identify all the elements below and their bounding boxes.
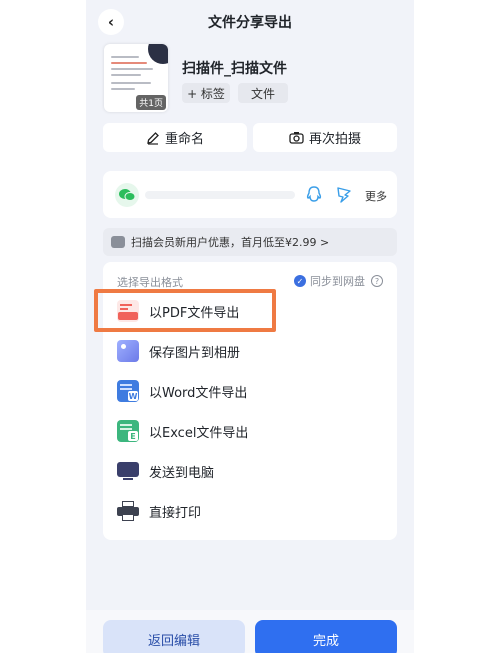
page-count-badge: 共1页	[136, 95, 166, 110]
screen: ‹ 文件分享导出 共1页 扫描件_扫描文件 + 标签 文件 重命名 再次拍摄 更…	[86, 0, 414, 653]
back-to-edit-button[interactable]: 返回编辑	[103, 620, 245, 653]
pdf-option-highlight	[94, 289, 276, 332]
edit-icon	[147, 131, 159, 145]
file-type-chip: 文件	[238, 83, 288, 103]
thumb-line	[111, 68, 153, 70]
dingtalk-icon[interactable]	[331, 182, 357, 208]
export-option-excel[interactable]: E 以Excel文件导出	[117, 416, 387, 446]
thumbnail-decoration	[148, 44, 168, 64]
thumb-line	[111, 62, 147, 64]
export-option-label: 直接打印	[149, 505, 202, 521]
thumb-line	[111, 88, 135, 90]
export-option-label: 发送到电脑	[149, 465, 215, 481]
excel-icon: E	[117, 420, 139, 442]
camera-icon	[289, 132, 304, 144]
document-thumbnail[interactable]: 共1页	[104, 44, 168, 112]
thumb-line	[111, 56, 139, 58]
rescan-button[interactable]: 再次拍摄	[253, 123, 397, 152]
share-card: 更多	[103, 171, 397, 218]
computer-icon	[117, 460, 139, 482]
add-tag-button[interactable]: + 标签	[182, 83, 230, 103]
promo-text: 扫描会员新用户优惠，首月低至¥2.99 >	[131, 236, 330, 249]
export-option-print[interactable]: 直接打印	[117, 496, 387, 526]
sync-label: 同步到网盘	[310, 275, 365, 288]
export-option-word[interactable]: W 以Word文件导出	[117, 376, 387, 406]
export-option-label: 以Excel文件导出	[149, 425, 249, 441]
export-option-label: 以Word文件导出	[149, 385, 248, 401]
help-icon[interactable]: ?	[371, 275, 383, 287]
rename-button[interactable]: 重命名	[103, 123, 247, 152]
printer-icon	[117, 500, 139, 522]
document-name[interactable]: 扫描件_扫描文件	[182, 58, 287, 78]
export-option-label: 保存图片到相册	[149, 345, 241, 361]
wechat-icon[interactable]	[115, 183, 139, 207]
page-title: 文件分享导出	[208, 15, 292, 31]
vip-promo-banner[interactable]: 扫描会员新用户优惠，首月低至¥2.99 >	[103, 228, 397, 256]
rescan-label: 再次拍摄	[308, 132, 361, 147]
rename-label: 重命名	[164, 132, 204, 147]
recent-contacts-placeholder	[145, 191, 295, 199]
sync-to-cloud-toggle[interactable]: ✓ 同步到网盘 ?	[294, 273, 383, 289]
thumb-line	[111, 82, 151, 84]
done-button[interactable]: 完成	[255, 620, 397, 653]
qq-icon[interactable]	[301, 182, 327, 208]
crown-icon	[111, 236, 125, 248]
export-section-label: 选择导出格式	[117, 276, 183, 289]
thumb-line	[111, 74, 141, 76]
image-icon	[117, 340, 139, 362]
word-icon: W	[117, 380, 139, 402]
more-share-button[interactable]: 更多	[365, 188, 387, 204]
checkmark-icon: ✓	[294, 275, 306, 287]
export-option-computer[interactable]: 发送到电脑	[117, 456, 387, 486]
export-option-image[interactable]: 保存图片到相册	[117, 336, 387, 366]
